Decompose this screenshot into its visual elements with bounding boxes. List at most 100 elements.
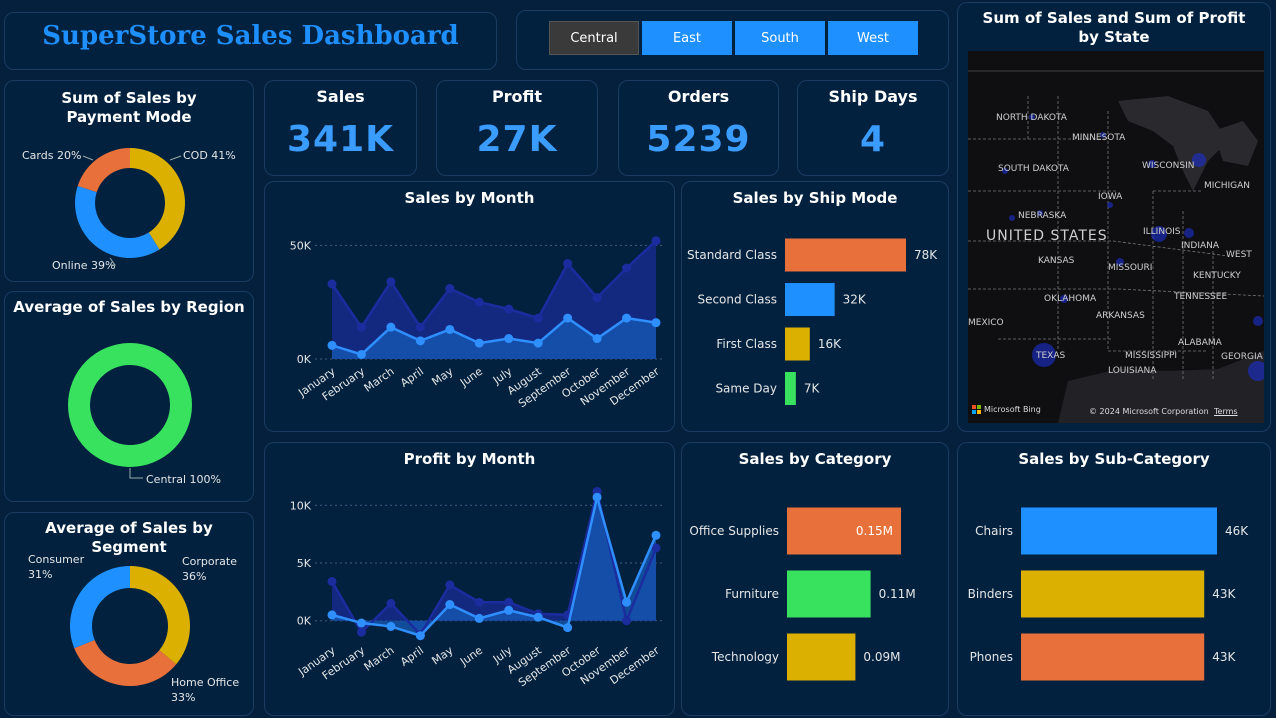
bar-category-label: Office Supplies xyxy=(689,524,779,538)
bar-second-class xyxy=(785,283,835,316)
ship-mode-panel: Sales by Ship Mode Standard Class 78K Seco… xyxy=(681,181,949,432)
series-point xyxy=(592,334,602,344)
series-point xyxy=(622,597,632,607)
map-label-kentucky: KENTUCKY xyxy=(1193,271,1241,281)
bar-value-label: 7K xyxy=(804,382,821,396)
map-label-mexico: MEXICO xyxy=(968,318,1004,328)
bar-standard-class xyxy=(785,238,906,272)
kpi-card-sales: Sales 341K xyxy=(264,80,417,176)
donut-label-central: Central 100% xyxy=(146,473,221,486)
series-point xyxy=(445,324,455,334)
series-point xyxy=(622,616,632,626)
category-chart: Office Supplies 0.15M Furniture 0.11M Techno… xyxy=(689,507,916,681)
map-terms-link[interactable]: Terms xyxy=(1214,407,1238,416)
kpi-profit-value: 27K xyxy=(476,119,558,160)
series-point xyxy=(386,322,396,332)
sales-by-month-panel: Sales by Month 0K 50K January February March… xyxy=(264,181,675,432)
donut-label-cod: COD 41% xyxy=(183,149,236,162)
region-button-east[interactable]: East xyxy=(642,21,732,55)
dashboard-title: SuperStore Sales Dashboard xyxy=(42,21,459,51)
map-copyright: © 2024 Microsoft Corporation xyxy=(1089,407,1209,416)
bing-label: Microsoft Bing xyxy=(984,405,1041,414)
donut-slice-central xyxy=(68,343,192,467)
series-point xyxy=(415,336,425,346)
bar-same-day xyxy=(785,372,796,405)
donut-slice-cards xyxy=(77,148,130,193)
donut-slice-home-office xyxy=(74,639,177,686)
series-point xyxy=(533,313,543,323)
bar-category-label: Furniture xyxy=(725,587,779,601)
bar-category-label: Phones xyxy=(970,650,1013,664)
donut-label-online: Online 39% xyxy=(52,259,115,272)
donut-leader-line xyxy=(82,155,94,161)
state-map[interactable]: NORTH DAKOTA MINNESOTA WISCONSIN MICHIGA… xyxy=(968,51,1264,423)
series-point xyxy=(651,318,661,328)
bar-category-label: Binders xyxy=(968,587,1013,601)
segment-donut-chart: Corporate 36% Home Office 33% Consumer 31% xyxy=(28,553,239,704)
x-tick-label-march: March xyxy=(362,365,397,395)
kpi-sales-label: Sales xyxy=(316,87,365,106)
series-point xyxy=(622,313,632,323)
map-label-mississippi: MISSISSIPPI xyxy=(1125,351,1178,361)
region-panel: Average of Sales by Region Central 100% xyxy=(4,291,254,502)
donut-label-consumer: 31% xyxy=(28,568,52,581)
series-point xyxy=(563,623,573,633)
map-label-united-states: UNITED STATES xyxy=(986,228,1108,244)
map-label-wisconsin: WISCONSIN xyxy=(1142,161,1195,171)
bar-phones xyxy=(1021,633,1205,681)
series-point xyxy=(504,334,514,344)
payment-mode-panel: Sum of Sales by Payment Mode COD 41% Onli… xyxy=(4,80,254,282)
series-point xyxy=(533,612,543,622)
series-point xyxy=(327,340,337,350)
region-button-west[interactable]: West xyxy=(828,21,918,55)
map-panel: Sum of Sales and Sum of Profit by State xyxy=(957,2,1271,432)
bar-category-label: Standard Class xyxy=(687,248,777,262)
donut-label-home-office: Home Office xyxy=(171,676,239,689)
y-tick-label: 10K xyxy=(290,499,312,512)
series-point xyxy=(356,349,366,359)
map-label-missouri: MISSOURI xyxy=(1108,263,1153,273)
x-tick-label-april: April xyxy=(398,365,426,390)
subcategory-panel: Sales by Sub-Category Chairs 46K Binders 43… xyxy=(957,442,1271,716)
bar-value-label: 46K xyxy=(1225,524,1249,538)
donut-label-home-office: 33% xyxy=(171,691,195,704)
series-point xyxy=(563,259,573,269)
bing-logo: Microsoft Bing xyxy=(972,405,1041,414)
series-point xyxy=(415,322,425,332)
series-point xyxy=(474,613,484,623)
region-button-central[interactable]: Central xyxy=(549,21,639,55)
kpi-ship-days-label: Ship Days xyxy=(828,87,918,106)
series-point xyxy=(651,530,661,540)
lake-shape-2 xyxy=(1213,121,1258,166)
kpi-sales-value: 341K xyxy=(286,119,395,160)
windows-icon xyxy=(972,405,981,414)
series-point xyxy=(504,304,514,314)
donut-label-corporate: 36% xyxy=(182,570,206,583)
bar-value-label: 78K xyxy=(914,248,938,262)
series-point xyxy=(445,284,455,294)
map-label-indiana: INDIANA xyxy=(1181,241,1220,251)
map-label-north-dakota: NORTH DAKOTA xyxy=(996,113,1067,123)
map-label-illinois: ILLINOIS xyxy=(1143,227,1181,237)
bar-furniture xyxy=(787,570,871,618)
map-label-oklahoma: OKLAHOMA xyxy=(1044,294,1097,304)
x-tick-label-april: April xyxy=(398,644,426,669)
header-panel: SuperStore Sales Dashboard xyxy=(4,12,497,70)
bar-value-label: 32K xyxy=(843,293,867,307)
series-point xyxy=(474,338,484,348)
x-tick-label-march: March xyxy=(362,644,397,674)
region-button-south[interactable]: South xyxy=(735,21,825,55)
series-point xyxy=(356,627,366,637)
bar-first-class xyxy=(785,327,810,361)
series-point xyxy=(386,598,396,608)
bar-value-label: 43K xyxy=(1212,650,1236,664)
series-point xyxy=(474,297,484,307)
series-point xyxy=(563,313,573,323)
region-donut-chart: Central 100% xyxy=(68,343,221,486)
donut-slice-consumer xyxy=(69,566,130,649)
bar-category-label: First Class xyxy=(716,337,777,351)
series-point xyxy=(651,236,661,246)
donut-leader-line xyxy=(169,155,182,161)
profit-by-month-chart: 0K5K10KJanuaryFebruaryMarch April May June J… xyxy=(290,486,662,689)
map-label-michigan: MICHIGAN xyxy=(1204,181,1250,191)
